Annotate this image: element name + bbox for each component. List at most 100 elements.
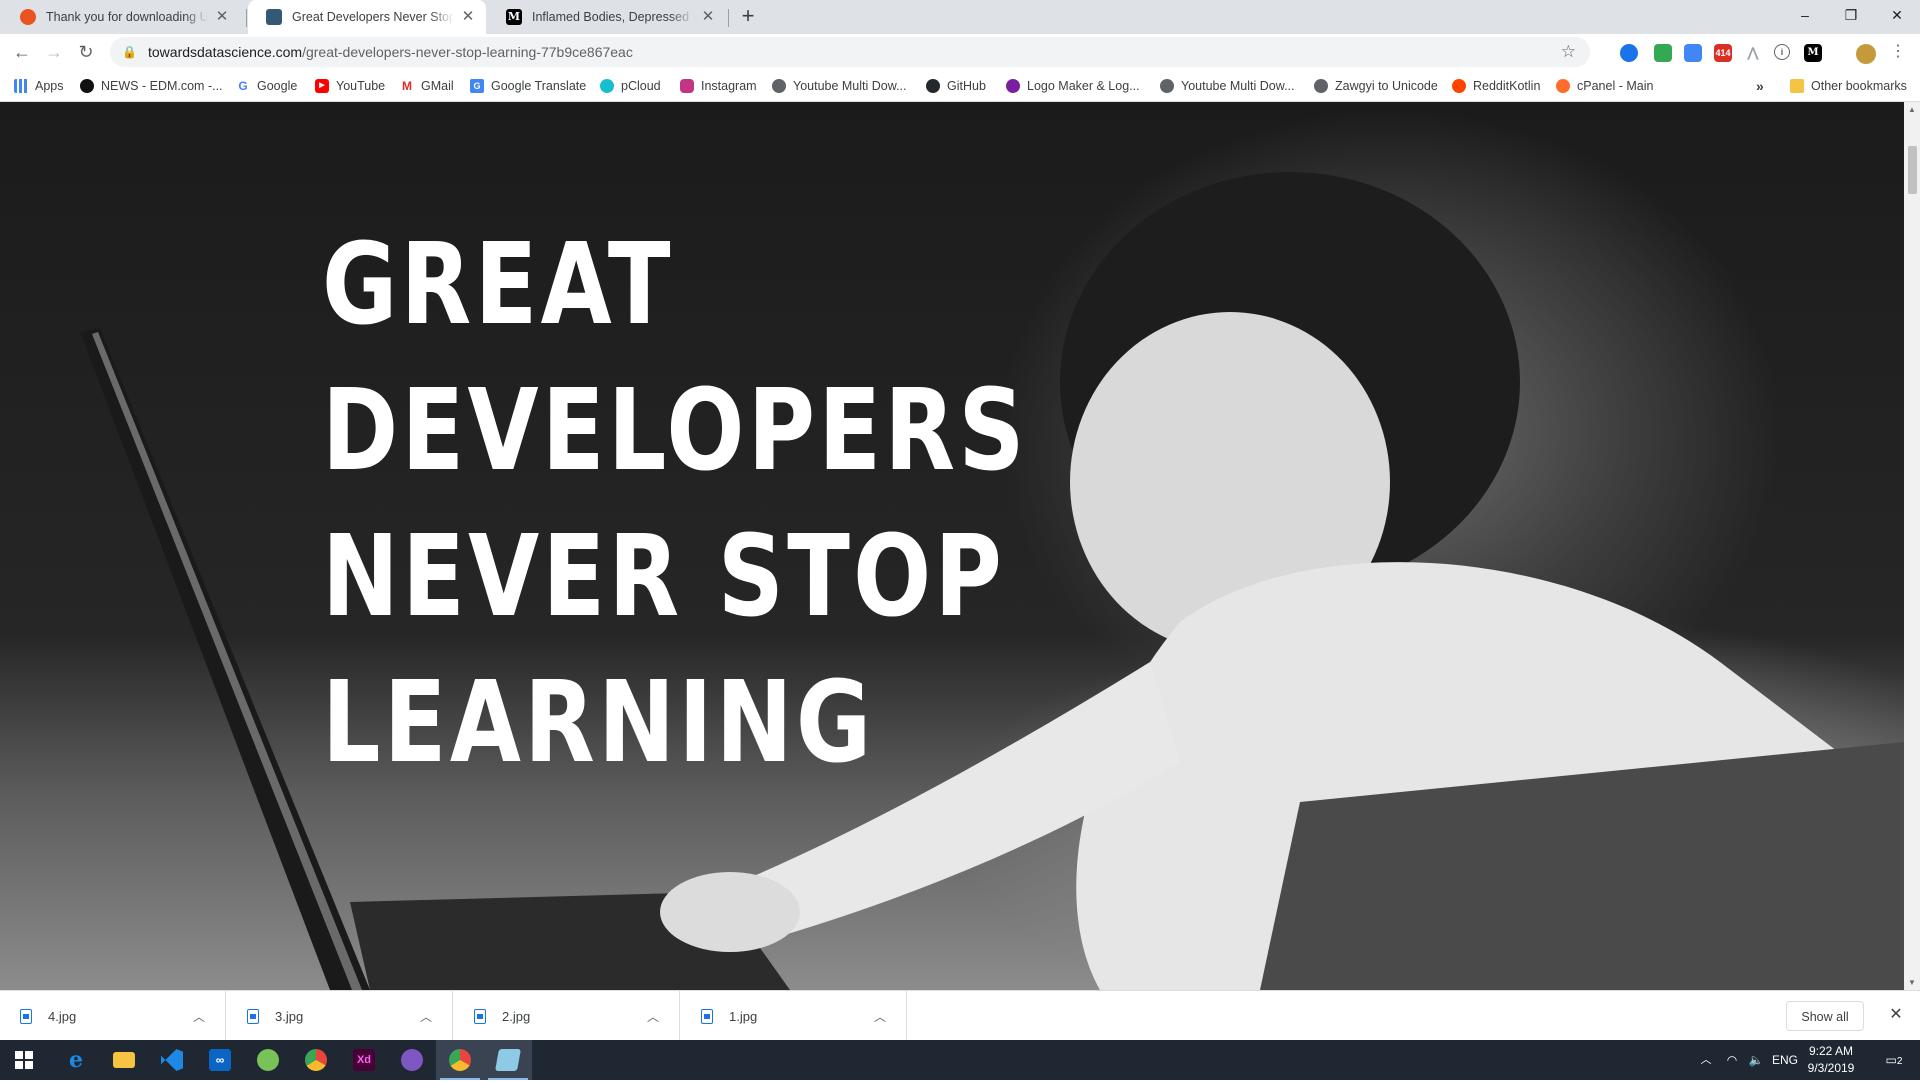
- browser-toolbar: ← → ↻ 🔒 towardsdatascience.com/great-dev…: [0, 34, 1920, 70]
- taskbar-chrome-active[interactable]: [436, 1040, 484, 1080]
- taskbar-podcast-app[interactable]: [388, 1040, 436, 1080]
- ubuntu-icon: [20, 9, 36, 25]
- bookmark-label: Apps: [35, 79, 64, 93]
- url-path: /great-developers-never-stop-learning-77…: [302, 44, 633, 60]
- download-item[interactable]: 2.jpg ︿: [454, 991, 680, 1041]
- tds-icon: [266, 9, 282, 25]
- onenote-clipper-icon[interactable]: [1654, 44, 1672, 62]
- taskbar-app-infinity[interactable]: ∞: [196, 1040, 244, 1080]
- reload-icon[interactable]: ↻: [72, 38, 100, 66]
- image-file-icon: [20, 1008, 32, 1024]
- github-icon: [926, 79, 940, 93]
- action-center-button[interactable]: ▭2: [1876, 1040, 1912, 1080]
- taskbar-file-explorer[interactable]: [100, 1040, 148, 1080]
- system-clock[interactable]: 9:22 AM 9/3/2019: [1796, 1043, 1866, 1077]
- scroll-down-arrow-icon[interactable]: ▼: [1907, 978, 1917, 987]
- bookmark-label: Other bookmarks: [1811, 79, 1907, 93]
- taskbar-adobe-xd[interactable]: Xd: [340, 1040, 388, 1080]
- globe-icon: [1314, 79, 1328, 93]
- gmail-icon: M: [400, 79, 414, 93]
- extension-i-icon[interactable]: i: [1774, 44, 1790, 60]
- google-earth-icon[interactable]: [1620, 44, 1638, 62]
- wifi-icon[interactable]: ◠: [1722, 1040, 1742, 1080]
- maximize-button[interactable]: ❐: [1828, 0, 1874, 30]
- gmail-checker-icon[interactable]: 414: [1714, 44, 1732, 62]
- bookmark-cpanel[interactable]: cPanel - Main: [1556, 77, 1653, 95]
- close-icon[interactable]: ✕: [1886, 1005, 1906, 1025]
- taskbar-notepad[interactable]: [484, 1040, 532, 1080]
- article-hero-image: GREAT DEVELOPERS NEVER STOP LEARNING: [0, 102, 1904, 990]
- other-bookmarks-folder[interactable]: Other bookmarks: [1790, 77, 1907, 95]
- bookmark-google-translate[interactable]: G Google Translate: [470, 77, 586, 95]
- bookmark-youtube-multi-downloader[interactable]: Youtube Multi Dow...: [772, 77, 907, 95]
- image-file-icon: [701, 1008, 713, 1024]
- download-item[interactable]: 1.jpg ︿: [681, 991, 907, 1041]
- tab-ubuntu[interactable]: Thank you for downloading Ubuntu ✕: [2, 0, 240, 34]
- notification-icon: ▭: [1885, 1053, 1897, 1067]
- bookmark-label: GitHub: [947, 79, 986, 93]
- chevron-up-icon[interactable]: ︿: [643, 1008, 663, 1025]
- extension-a-icon[interactable]: ⋀: [1744, 44, 1762, 62]
- tab-great-developers[interactable]: Great Developers Never Stop Learning ✕: [248, 0, 486, 34]
- tab-inflamed-bodies[interactable]: M Inflamed Bodies, Depressed Minds ✕: [488, 0, 726, 34]
- bookmarks-overflow-button[interactable]: »: [1756, 77, 1764, 95]
- bookmark-google[interactable]: G Google: [236, 77, 297, 95]
- bookmark-gmail[interactable]: M GMail: [400, 77, 454, 95]
- bookmark-youtube-multi-downloader-2[interactable]: Youtube Multi Dow...: [1160, 77, 1295, 95]
- bookmark-zawgyi-to-unicode[interactable]: Zawgyi to Unicode: [1314, 77, 1438, 95]
- download-item[interactable]: 4.jpg ︿: [0, 991, 226, 1041]
- chevron-up-icon[interactable]: ︿: [189, 1008, 209, 1025]
- clock-time: 9:22 AM: [1808, 1044, 1854, 1058]
- tray-chevron-up-icon[interactable]: ︿: [1696, 1040, 1716, 1080]
- scroll-up-arrow-icon[interactable]: ▲: [1907, 105, 1917, 114]
- page-scrollbar[interactable]: ▲ ▼: [1904, 102, 1920, 990]
- translate-icon[interactable]: [1684, 44, 1702, 62]
- download-item[interactable]: 3.jpg ︿: [227, 991, 453, 1041]
- medium-extension-icon[interactable]: M: [1804, 44, 1822, 62]
- volume-icon[interactable]: 🔈: [1746, 1040, 1766, 1080]
- url-host: towardsdatascience.com: [148, 44, 303, 60]
- android-studio-icon: [257, 1049, 279, 1071]
- close-tab-icon[interactable]: ✕: [700, 9, 716, 25]
- scrollbar-thumb[interactable]: [1908, 146, 1917, 194]
- taskbar-android-studio[interactable]: [244, 1040, 292, 1080]
- download-filename: 3.jpg: [275, 1008, 304, 1024]
- pcloud-icon: [600, 79, 614, 93]
- bookmark-pcloud[interactable]: pCloud: [600, 77, 661, 95]
- show-all-downloads-button[interactable]: Show all: [1786, 1001, 1864, 1031]
- bookmark-apps[interactable]: Apps: [14, 77, 64, 95]
- tab-divider: [728, 9, 729, 27]
- close-window-button[interactable]: ✕: [1874, 0, 1920, 30]
- minimize-button[interactable]: –: [1782, 0, 1828, 30]
- close-tab-icon[interactable]: ✕: [214, 9, 230, 25]
- edm-icon: [80, 79, 94, 93]
- bookmark-edm-news[interactable]: NEWS - EDM.com -...: [80, 77, 223, 95]
- bookmark-instagram[interactable]: Instagram: [680, 77, 757, 95]
- start-button[interactable]: [0, 1040, 48, 1080]
- app-infinity-icon: ∞: [209, 1049, 231, 1071]
- download-shelf: 4.jpg ︿ 3.jpg ︿ 2.jpg ︿ 1.jpg ︿ Show all…: [0, 990, 1920, 1041]
- chevron-up-icon[interactable]: ︿: [870, 1008, 890, 1025]
- taskbar-edge[interactable]: e: [52, 1040, 100, 1080]
- profile-avatar[interactable]: [1856, 44, 1876, 64]
- new-tab-button[interactable]: +: [736, 5, 760, 29]
- forward-arrow-icon[interactable]: →: [40, 38, 68, 66]
- menu-kebab-icon[interactable]: ⋮: [1884, 38, 1912, 66]
- taskbar-vscode[interactable]: [148, 1040, 196, 1080]
- bookmark-youtube[interactable]: ▶ YouTube: [315, 77, 385, 95]
- bookmark-label: Logo Maker & Log...: [1027, 79, 1140, 93]
- close-tab-icon[interactable]: ✕: [460, 9, 476, 25]
- tab-title: Inflamed Bodies, Depressed Minds: [532, 10, 694, 24]
- bookmark-redditkotlin[interactable]: RedditKotlin: [1452, 77, 1540, 95]
- download-filename: 1.jpg: [729, 1008, 758, 1024]
- bookmark-logo-maker[interactable]: Logo Maker & Log...: [1006, 77, 1140, 95]
- image-file-icon: [474, 1008, 486, 1024]
- taskbar-chrome[interactable]: [292, 1040, 340, 1080]
- baby-hand-shape: [660, 872, 800, 952]
- chevron-up-icon[interactable]: ︿: [416, 1008, 436, 1025]
- back-arrow-icon[interactable]: ←: [8, 38, 36, 66]
- address-bar[interactable]: 🔒 towardsdatascience.com/great-developer…: [110, 37, 1590, 67]
- bookmark-star-icon[interactable]: ☆: [1561, 42, 1576, 62]
- apps-grid-icon: [14, 79, 28, 93]
- bookmark-github[interactable]: GitHub: [926, 77, 986, 95]
